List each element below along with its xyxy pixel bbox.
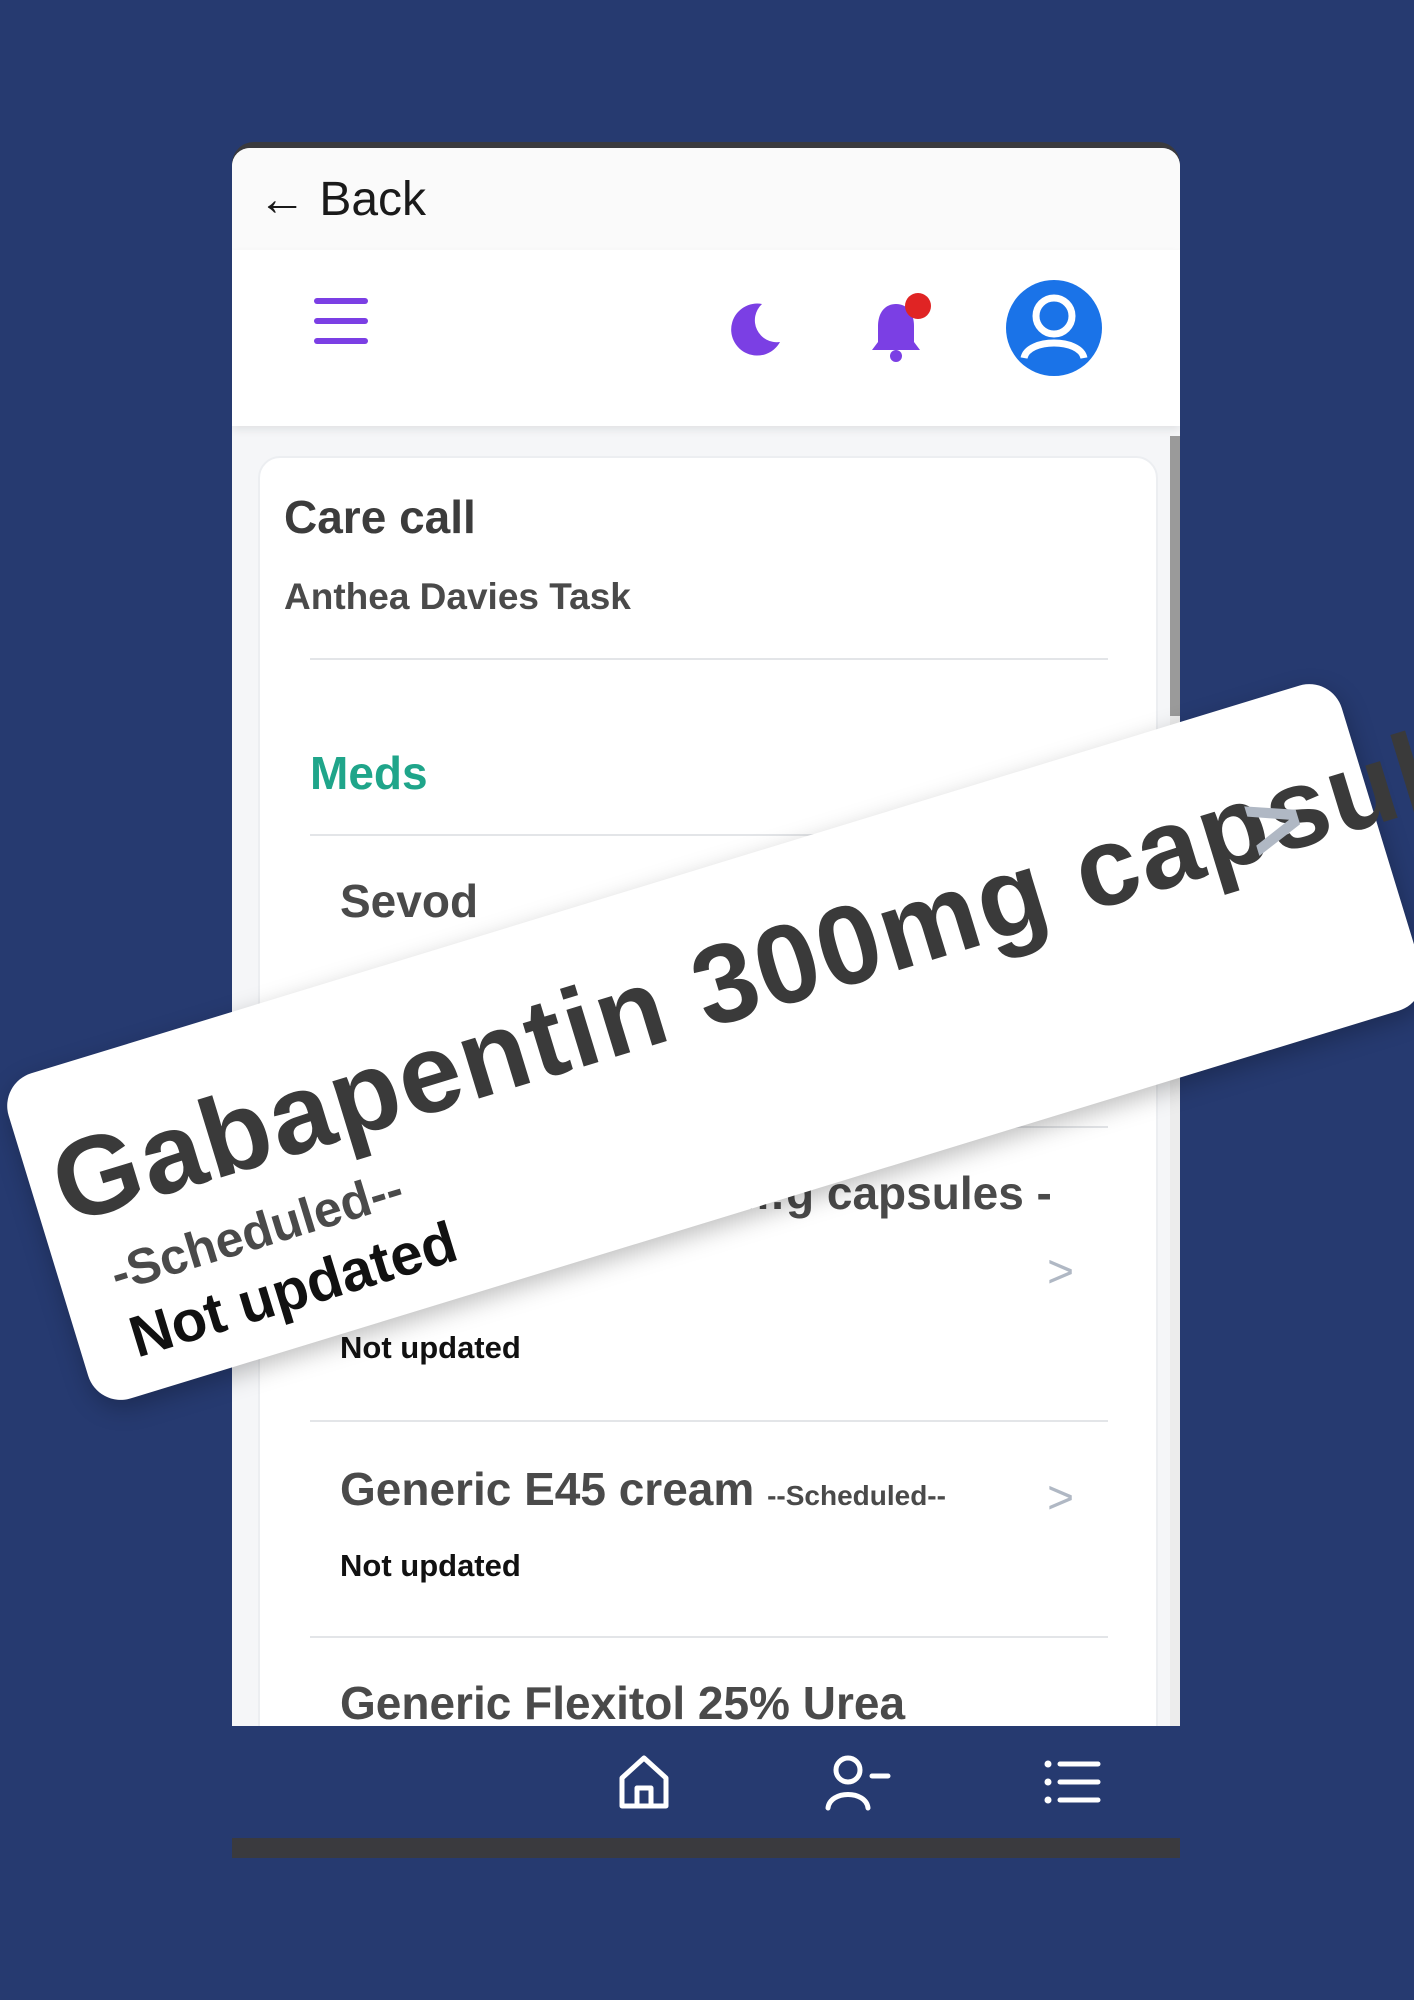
med-name: Generic E45 cream --Scheduled-- — [340, 1463, 946, 1515]
med-status: Not updated — [340, 1330, 521, 1365]
card-subtitle: Anthea Davies Task — [284, 576, 631, 617]
med-name: Generic Flexitol 25% Urea — [340, 1677, 906, 1726]
back-bar: ← Back — [232, 148, 1180, 250]
home-icon[interactable] — [612, 1750, 676, 1814]
scrollbar[interactable] — [1170, 436, 1180, 1726]
card-title: Care call — [284, 491, 476, 543]
chevron-right-icon: > — [1047, 1471, 1074, 1523]
divider — [310, 658, 1108, 660]
chevron-right-icon: > — [1047, 1245, 1074, 1297]
section-label-meds: Meds — [310, 747, 428, 799]
app-header — [232, 250, 1180, 426]
scrollbar-thumb[interactable] — [1170, 436, 1180, 716]
med-item[interactable]: Generic Flexitol 25% Urea — [310, 1638, 1108, 1726]
user-minus-icon[interactable] — [824, 1750, 894, 1814]
bell-icon[interactable] — [862, 290, 942, 370]
med-status: Not updated — [340, 1548, 521, 1583]
moon-icon[interactable] — [724, 298, 784, 358]
med-schedule-tag: --Scheduled-- — [767, 1480, 946, 1511]
user-circle-icon[interactable] — [1002, 276, 1106, 380]
bottom-nav — [232, 1726, 1180, 1838]
back-button[interactable]: ← Back — [258, 172, 426, 227]
notification-badge — [905, 293, 931, 319]
hamburger-icon[interactable] — [314, 298, 368, 346]
med-name: Sevod — [340, 875, 479, 927]
med-item[interactable]: Generic E45 cream --Scheduled-- > Not up… — [310, 1422, 1108, 1636]
list-icon[interactable] — [1040, 1750, 1104, 1814]
